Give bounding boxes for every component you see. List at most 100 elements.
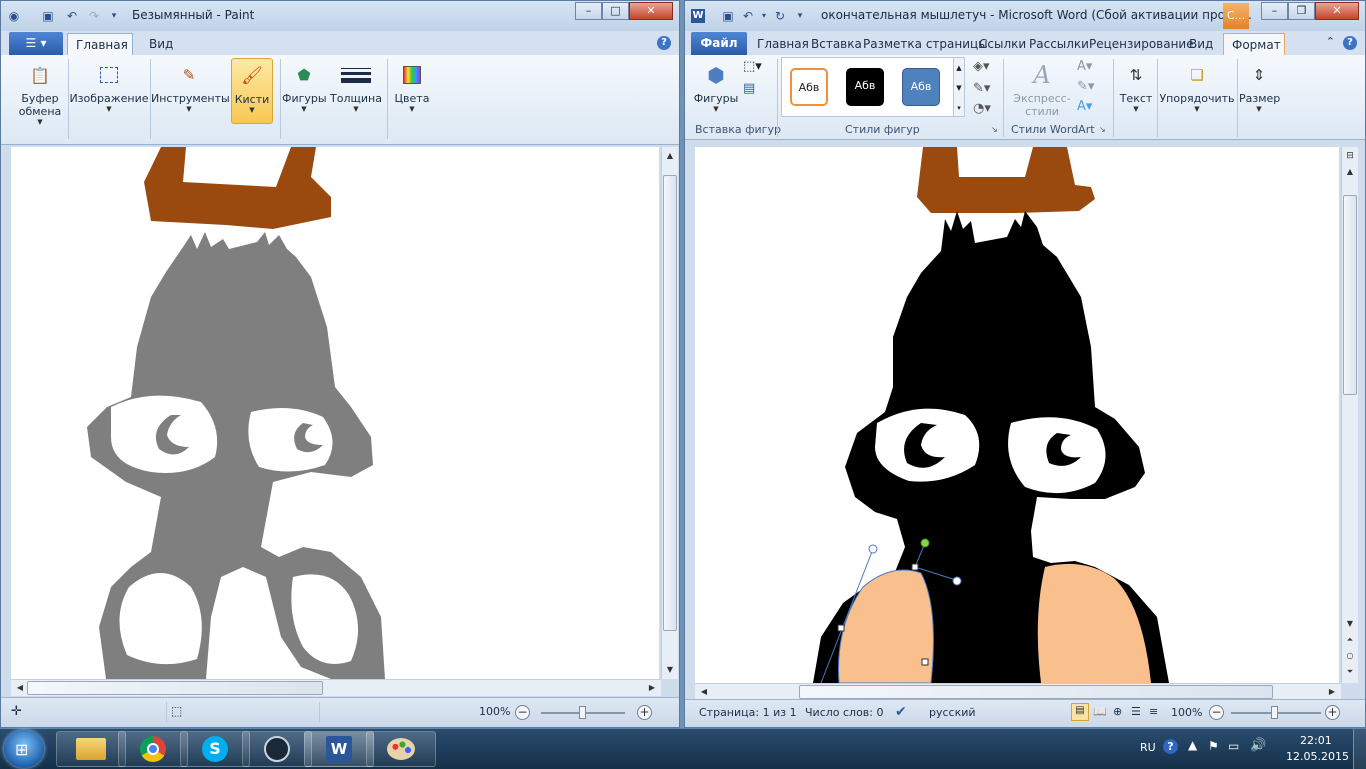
- paint-app-icon[interactable]: ◉: [7, 9, 21, 23]
- restore-button[interactable]: ❐: [1288, 2, 1315, 20]
- paint-canvas[interactable]: [11, 147, 659, 679]
- paint-vscroll-thumb[interactable]: [663, 175, 677, 631]
- text-outline-icon[interactable]: ✎▾: [1077, 79, 1094, 94]
- taskbar-steam[interactable]: [242, 731, 312, 767]
- shape-fill-icon[interactable]: ◈▾: [973, 59, 990, 74]
- word-count[interactable]: Число слов: 0: [805, 706, 884, 719]
- thickness-group[interactable]: Толщина ▼: [329, 58, 383, 113]
- selection-handle[interactable]: [952, 576, 962, 586]
- shapes-group[interactable]: ⬟ Фигуры ▼: [282, 58, 327, 113]
- draft-view-icon[interactable]: ≡: [1149, 705, 1158, 718]
- word-zoom-thumb[interactable]: [1271, 706, 1278, 719]
- express-styles-button[interactable]: A Экспресс- стили: [1011, 58, 1073, 118]
- scroll-right-arrow[interactable]: ▶: [645, 681, 659, 695]
- word-titlebar[interactable]: W ▣ ↶ ▾ ↻ ▾ окончательная мышлетуч - Mic…: [685, 1, 1365, 31]
- taskbar-word[interactable]: W: [304, 731, 374, 767]
- tab-view[interactable]: Вид: [141, 33, 181, 55]
- word-document-page[interactable]: [695, 147, 1339, 683]
- ruler-toggle-icon[interactable]: ⊟: [1343, 149, 1357, 163]
- shape-styles-dialog-launcher[interactable]: ↘: [991, 125, 998, 134]
- shape-style-blue-fill[interactable]: Абв: [902, 68, 940, 106]
- repeat-icon[interactable]: ↻: [773, 9, 787, 23]
- zoom-out-button[interactable]: −: [1209, 705, 1224, 720]
- edit-shape-icon[interactable]: ⬚▾: [743, 59, 762, 74]
- show-desktop-button[interactable]: [1353, 729, 1366, 769]
- help-icon[interactable]: ?: [1343, 36, 1357, 50]
- tab-home[interactable]: Главная: [67, 33, 133, 55]
- paint-horizontal-scrollbar[interactable]: ◀ ▶: [11, 679, 661, 696]
- web-layout-icon[interactable]: ⊕: [1113, 705, 1122, 718]
- previous-page-icon[interactable]: ⏶: [1343, 633, 1357, 647]
- scroll-down-arrow[interactable]: ▼: [1343, 617, 1357, 631]
- full-screen-reading-icon[interactable]: 📖: [1093, 705, 1107, 718]
- taskbar-chrome[interactable]: [118, 731, 188, 767]
- tab-file[interactable]: Файл: [691, 32, 747, 55]
- text-button[interactable]: ⇅ Текст ▼: [1119, 58, 1153, 113]
- language-help-icon[interactable]: ?: [1163, 739, 1178, 754]
- scroll-up-arrow[interactable]: ▲: [663, 149, 677, 163]
- save-icon[interactable]: ▣: [41, 9, 55, 23]
- undo-icon[interactable]: ↶: [65, 9, 79, 23]
- taskbar-skype[interactable]: S: [180, 731, 250, 767]
- size-button[interactable]: ⇕ Размер ▼: [1239, 58, 1280, 113]
- scroll-up-arrow[interactable]: ▲: [1343, 165, 1357, 179]
- taskbar-explorer[interactable]: [56, 731, 126, 767]
- vertex-handle[interactable]: [837, 624, 845, 632]
- proofing-icon[interactable]: ✔: [895, 704, 907, 720]
- paint-titlebar[interactable]: ◉ ▣ ↶ ↷ ▾ Безымянный - Paint – □ ✕: [1, 1, 679, 31]
- text-box-icon[interactable]: ▤: [743, 81, 755, 96]
- close-button[interactable]: ✕: [1315, 2, 1359, 20]
- undo-dropdown-icon[interactable]: ▾: [757, 9, 771, 23]
- shape-style-black-fill[interactable]: Абв: [846, 68, 884, 106]
- word-app-icon[interactable]: W: [691, 9, 705, 23]
- scroll-left-arrow[interactable]: ◀: [13, 681, 27, 695]
- vertex-handle[interactable]: [921, 658, 929, 666]
- action-center-icon[interactable]: ⚑: [1208, 739, 1219, 753]
- image-group[interactable]: Изображение ▼: [69, 58, 149, 113]
- shape-style-orange-outline[interactable]: Абв: [790, 68, 828, 106]
- redo-icon[interactable]: ↷: [87, 9, 101, 23]
- scroll-down-arrow[interactable]: ▼: [663, 663, 677, 677]
- scroll-left-arrow[interactable]: ◀: [697, 685, 711, 699]
- minimize-ribbon-icon[interactable]: ⌃: [1326, 35, 1335, 48]
- clock-time[interactable]: 22:01: [1300, 734, 1332, 747]
- qat-customize-icon[interactable]: ▾: [793, 9, 807, 23]
- word-zoom-level[interactable]: 100%: [1171, 706, 1202, 719]
- zoom-out-button[interactable]: −: [515, 705, 530, 720]
- minimize-button[interactable]: –: [575, 2, 602, 20]
- tab-format[interactable]: Формат: [1223, 33, 1285, 55]
- outline-view-icon[interactable]: ☰: [1131, 705, 1141, 718]
- styles-gallery-scroller[interactable]: ▲ ▼ ▾: [953, 57, 965, 117]
- start-button[interactable]: ⊞: [4, 730, 44, 768]
- save-icon[interactable]: ▣: [721, 9, 735, 23]
- print-layout-view-icon[interactable]: ▤: [1071, 703, 1089, 721]
- paint-vertical-scrollbar[interactable]: ▲ ▼: [661, 147, 678, 679]
- brushes-group[interactable]: 🖌 Кисти ▼: [231, 58, 273, 124]
- maximize-button[interactable]: □: [602, 2, 629, 20]
- selection-handle[interactable]: [868, 544, 878, 554]
- text-effects-icon[interactable]: A▾: [1077, 99, 1092, 114]
- shape-outline-icon[interactable]: ✎▾: [973, 81, 990, 96]
- rotation-handle[interactable]: [920, 538, 930, 548]
- word-horizontal-scrollbar[interactable]: ◀ ▶: [695, 683, 1341, 700]
- word-vscroll-thumb[interactable]: [1343, 195, 1357, 395]
- tab-view[interactable]: Вид: [1181, 33, 1221, 55]
- next-page-icon[interactable]: ⏷: [1343, 665, 1357, 679]
- word-hscroll-thumb[interactable]: [799, 685, 1273, 699]
- input-language[interactable]: RU: [1140, 741, 1156, 754]
- help-icon[interactable]: ?: [657, 36, 671, 50]
- taskbar-paint[interactable]: [366, 731, 436, 767]
- clock-date[interactable]: 12.05.2015: [1286, 750, 1349, 763]
- browse-object-icon[interactable]: ○: [1343, 649, 1357, 663]
- zoom-in-button[interactable]: +: [1325, 705, 1340, 720]
- drawing-tools-context-tab[interactable]: С...: [1223, 3, 1249, 29]
- arrange-button[interactable]: ❏ Упорядочить ▼: [1159, 58, 1235, 113]
- colors-group[interactable]: Цвета ▼: [391, 58, 433, 113]
- minimize-button[interactable]: –: [1261, 2, 1288, 20]
- clipboard-group[interactable]: 📋 Буфер обмена ▼: [13, 58, 67, 127]
- paint-zoom-thumb[interactable]: [579, 706, 586, 719]
- shapes-button[interactable]: ⬢ Фигуры ▼: [693, 58, 739, 113]
- text-fill-icon[interactable]: A▾: [1077, 59, 1092, 74]
- wordart-dialog-launcher[interactable]: ↘: [1099, 125, 1106, 134]
- page-count[interactable]: Страница: 1 из 1: [699, 706, 797, 719]
